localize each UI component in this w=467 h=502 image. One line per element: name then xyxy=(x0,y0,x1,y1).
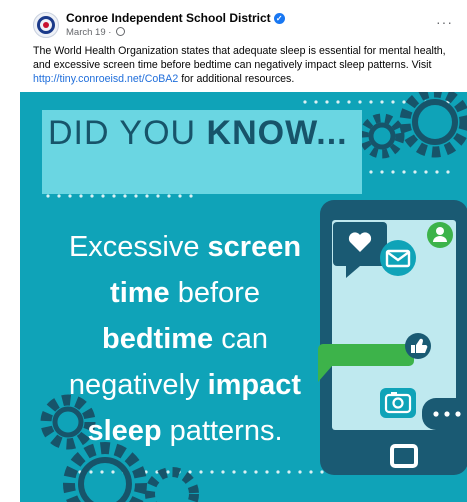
post-header: Conroe Independent School District ✓ Marc… xyxy=(33,10,453,44)
gear-icon xyxy=(145,467,199,502)
message-line-5: sleep patterns. xyxy=(60,408,310,454)
line2-plain: before xyxy=(169,277,260,309)
line1-plain: Excessive xyxy=(68,231,208,263)
message-line-1: Excessive screen xyxy=(60,224,310,270)
line4-bold: impact xyxy=(207,369,302,401)
post-image[interactable]: DID YOU KNOW... Excessive screen time be… xyxy=(20,92,467,502)
post-meta: March 19 · xyxy=(66,27,126,38)
line2-bold: time xyxy=(110,277,170,309)
heading-plain: DID YOU xyxy=(48,114,207,152)
dotted-line-bottom xyxy=(78,470,346,474)
did-you-know-heading: DID YOU KNOW... xyxy=(48,114,348,153)
sleep-message: Excessive screen time before bedtime can… xyxy=(60,224,310,454)
author-name-text[interactable]: Conroe Independent School District xyxy=(66,11,271,25)
chat-dots-icon xyxy=(422,398,467,430)
line4-plain: negatively xyxy=(68,369,208,401)
page-avatar[interactable] xyxy=(33,12,59,38)
post-caption: The World Health Organization states tha… xyxy=(33,44,453,86)
dotted-line-right xyxy=(358,170,450,174)
line5-bold: sleep xyxy=(87,415,162,447)
message-line-4: negatively impact xyxy=(60,362,310,408)
line3-plain: can xyxy=(213,323,268,355)
post-date[interactable]: March 19 · xyxy=(66,27,114,38)
verified-badge-icon: ✓ xyxy=(273,13,285,24)
dotted-line-mid xyxy=(46,194,193,198)
globe-icon xyxy=(116,27,126,36)
line5-plain: patterns. xyxy=(161,415,283,447)
message-line-2: time before xyxy=(60,270,310,316)
thumbs-up-icon xyxy=(405,333,431,359)
message-line-3: bedtime can xyxy=(60,316,310,362)
caption-text: The World Health Organization states tha… xyxy=(33,45,446,71)
line1-bold: screen xyxy=(207,231,302,263)
more-options-button[interactable]: ··· xyxy=(436,14,453,30)
author-name[interactable]: Conroe Independent School District ✓ xyxy=(66,11,285,25)
mail-icon xyxy=(380,240,416,276)
camera-icon xyxy=(380,388,416,418)
user-icon xyxy=(427,222,453,248)
caption-link[interactable]: http://tiny.conroeisd.net/CoBA2 xyxy=(33,73,178,85)
line3-bold: bedtime xyxy=(101,323,214,355)
caption-after: for additional resources. xyxy=(178,73,295,85)
heading-bold: KNOW... xyxy=(206,114,348,152)
